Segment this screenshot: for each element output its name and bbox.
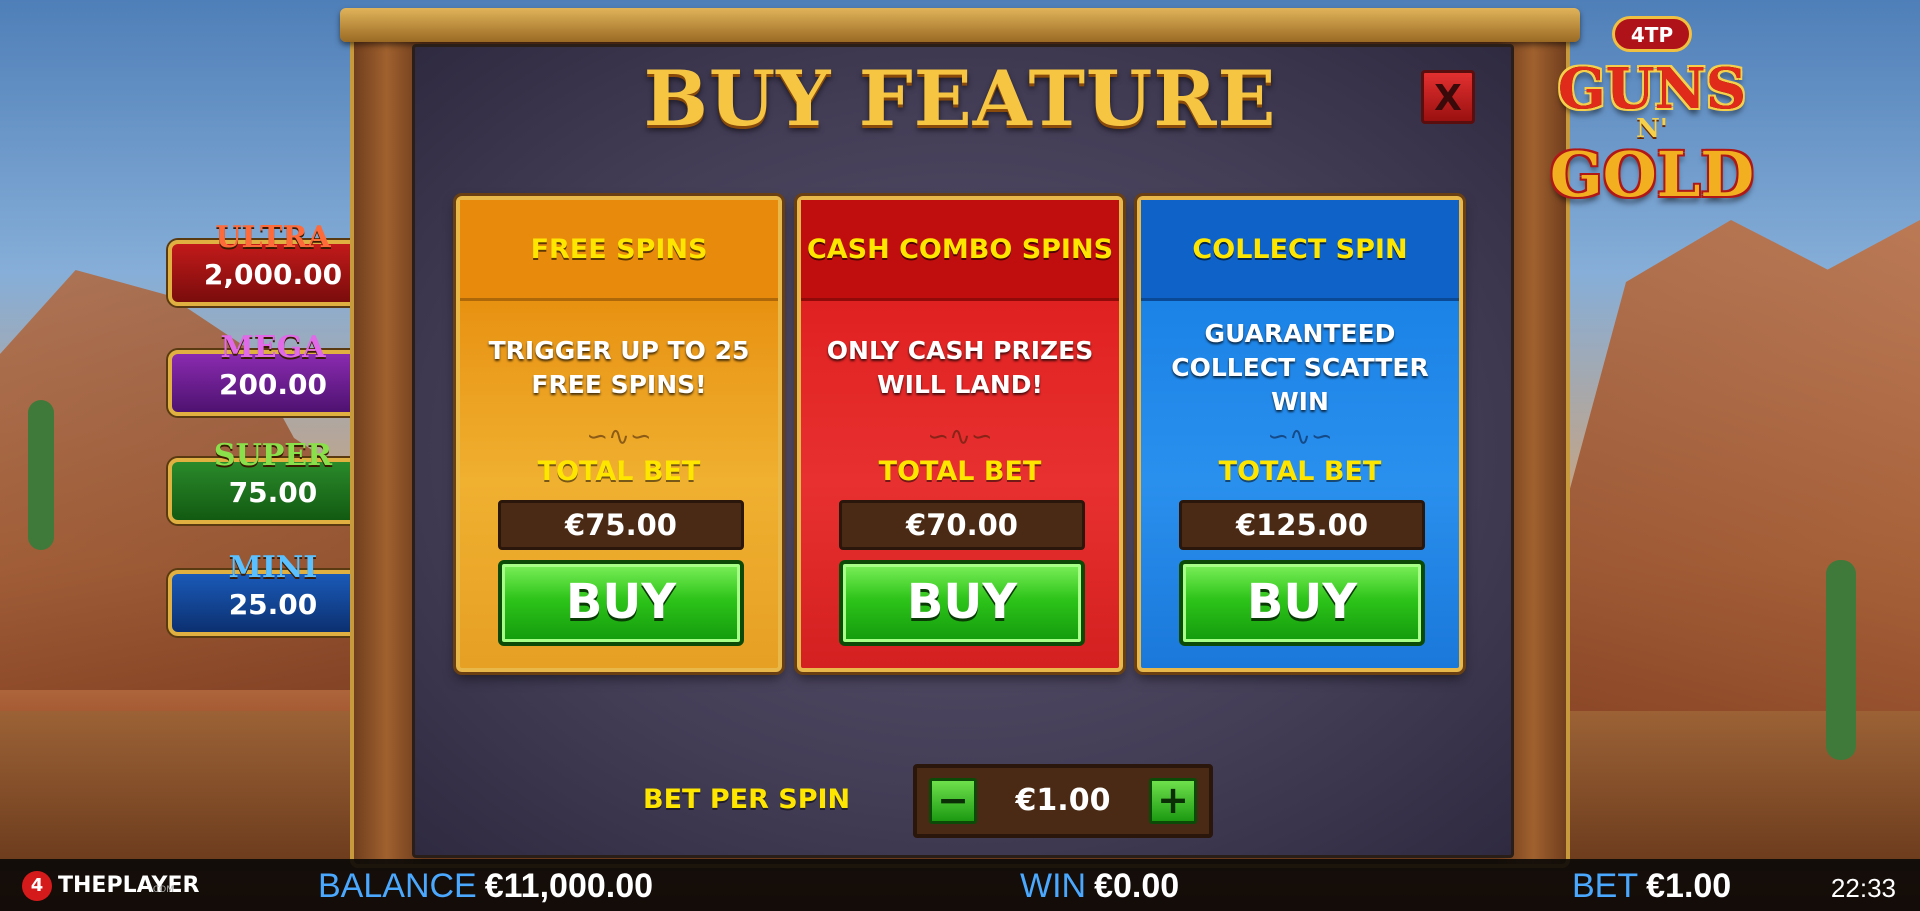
balance-label: BALANCE <box>318 867 477 905</box>
balance-display: BALANCE €11,000.00 <box>318 867 653 906</box>
cactus-right <box>1826 560 1856 760</box>
total-bet-label: TOTAL BET <box>537 456 701 487</box>
decrease-bet-button[interactable]: − <box>929 778 977 824</box>
total-bet-value: €70.00 <box>839 500 1085 550</box>
brand-mark-icon: 4 <box>22 871 52 901</box>
jackpot-mini-value: 25.00 <box>228 588 318 621</box>
buy-cash-combo-spins-button[interactable]: BUY <box>839 560 1085 646</box>
bet-display: BET €1.00 <box>1572 867 1731 906</box>
jackpot-mini: MINI 25.00 <box>168 550 378 636</box>
card-description: ONLY CASH PRIZES WILL LAND! <box>826 336 1094 399</box>
card-heading: COLLECT SPIN <box>1141 200 1459 301</box>
balance-value: €11,000.00 <box>484 867 654 905</box>
card-collect-spin: COLLECT SPIN GUARANTEED COLLECT SCATTER … <box>1137 196 1463 672</box>
close-button[interactable]: X <box>1421 70 1475 124</box>
swirl-ornament-icon: ∽∿∽ <box>927 422 993 452</box>
logo-line-gold: GOLD <box>1549 138 1755 211</box>
card-description: GUARANTEED COLLECT SCATTER WIN <box>1171 319 1429 416</box>
game-logo: 4TP GUNS N' GOLD <box>1542 16 1762 222</box>
frame-top-beam <box>340 8 1580 42</box>
swirl-ornament-icon: ∽∿∽ <box>1267 422 1333 452</box>
card-heading: CASH COMBO SPINS <box>801 200 1119 301</box>
jackpot-ultra-name: ULTRA <box>215 220 331 255</box>
total-bet-value: €75.00 <box>498 500 744 550</box>
buy-free-spins-button[interactable]: BUY <box>498 560 744 646</box>
card-heading: FREE SPINS <box>460 200 778 301</box>
buy-collect-spin-button[interactable]: BUY <box>1179 560 1425 646</box>
cactus-left <box>28 400 54 550</box>
total-bet-label: TOTAL BET <box>878 456 1042 487</box>
win-label: WIN <box>1020 867 1087 905</box>
jackpot-super-value: 75.00 <box>228 476 318 509</box>
bet-value: €1.00 <box>1646 867 1732 905</box>
total-bet-value: €125.00 <box>1179 500 1425 550</box>
total-bet-label: TOTAL BET <box>1218 456 1382 487</box>
jackpot-ultra-value: 2,000.00 <box>203 258 343 291</box>
jackpot-super: SUPER 75.00 <box>168 438 378 524</box>
bet-per-spin-label: BET PER SPIN <box>643 784 851 815</box>
close-icon: X <box>1434 78 1462 119</box>
card-free-spins: FREE SPINS TRIGGER UP TO 25 FREE SPINS! … <box>456 196 782 672</box>
card-description: TRIGGER UP TO 25 FREE SPINS! <box>488 336 750 399</box>
card-cash-combo-spins: CASH COMBO SPINS ONLY CASH PRIZES WILL L… <box>797 196 1123 672</box>
brand-domain: .COM <box>150 885 174 895</box>
jackpot-ultra: ULTRA 2,000.00 <box>168 220 378 306</box>
logo-badge: 4TP <box>1612 16 1692 52</box>
win-value: €0.00 <box>1094 867 1180 905</box>
jackpot-mega-value: 200.00 <box>218 368 328 401</box>
bet-label: BET <box>1572 867 1639 905</box>
jackpot-super-name: SUPER <box>213 438 333 473</box>
jackpot-mega-name: MEGA <box>220 330 326 365</box>
logo-line-guns: GUNS <box>1557 56 1747 122</box>
bet-stepper: − €1.00 + <box>913 764 1213 838</box>
bottom-status-bar: 4 THEPLAYER .COM BALANCE €11,000.00 WIN €0… <box>0 859 1920 911</box>
increase-bet-button[interactable]: + <box>1149 778 1197 824</box>
jackpot-mini-name: MINI <box>228 550 318 585</box>
win-display: WIN €0.00 <box>1020 867 1179 906</box>
minus-icon: − <box>937 778 969 822</box>
plus-icon: + <box>1157 778 1189 822</box>
brand-name: THEPLAYER <box>58 873 200 898</box>
bet-per-spin-value: €1.00 <box>1015 783 1111 818</box>
jackpot-mega: MEGA 200.00 <box>168 330 378 416</box>
swirl-ornament-icon: ∽∿∽ <box>586 422 652 452</box>
clock: 22:33 <box>1830 873 1896 903</box>
